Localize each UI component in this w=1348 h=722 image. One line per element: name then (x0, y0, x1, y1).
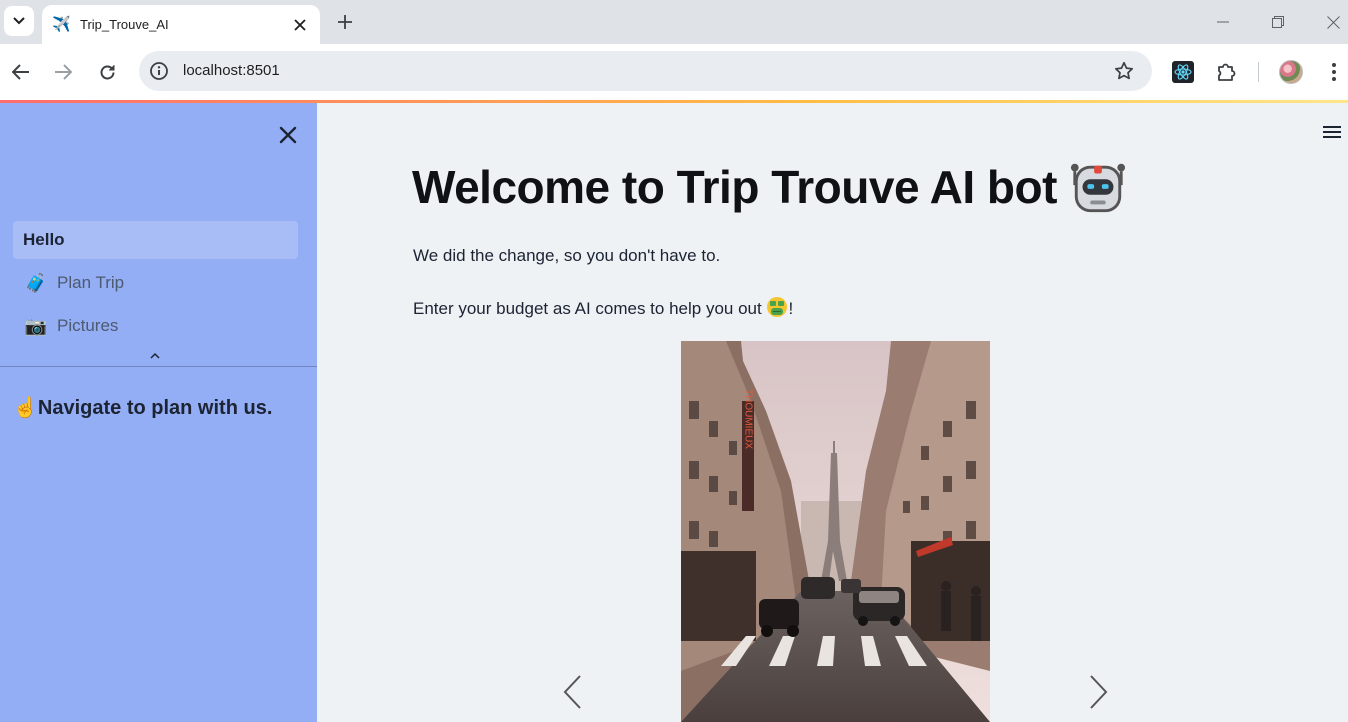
tab-title: Trip_Trouve_AI (80, 17, 169, 32)
chevron-up-icon[interactable] (148, 351, 162, 361)
plus-icon (338, 15, 352, 29)
close-icon (1326, 15, 1340, 29)
budget-line: Enter your budget as AI comes to help yo… (413, 296, 793, 319)
paris-street-photo: THOUMIEUX (681, 341, 990, 722)
sidebar-item-hello[interactable]: Hello (13, 221, 298, 259)
pointing-up-icon: ☝️ (13, 397, 38, 419)
airplane-icon: ✈️ (52, 15, 71, 33)
sidebar-item-label: Pictures (57, 316, 119, 335)
browser-tab-strip: ✈️ Trip_Trouve_AI (0, 0, 1348, 44)
url-text[interactable]: localhost:8501 (183, 62, 280, 79)
sidebar-item-label: Plan Trip (57, 273, 125, 292)
camera-icon: 📷 (24, 315, 48, 336)
tab-close-button[interactable] (288, 13, 312, 37)
arrow-left-icon (12, 64, 29, 80)
profile-avatar[interactable] (1279, 60, 1303, 84)
minimize-icon (1217, 21, 1229, 23)
close-icon[interactable] (276, 123, 300, 147)
hamburger-menu-icon[interactable] (1322, 124, 1342, 140)
budget-line-suffix: ! (788, 299, 794, 318)
sidebar-navigate-note: ☝️Navigate to plan with us. (13, 395, 272, 420)
sidebar: Hello 🧳 Plan Trip 📷 Pictures ☝️Navigate … (0, 103, 317, 722)
page-title: Welcome to Trip Trouve AI bot (412, 160, 1127, 220)
close-icon (294, 18, 306, 31)
chevron-down-icon (13, 17, 25, 25)
react-devtools-extension-icon[interactable] (1172, 61, 1194, 83)
forward-button[interactable] (49, 58, 77, 86)
browser-toolbar: localhost:8501 (0, 44, 1348, 100)
money-mouth-face-icon (767, 297, 788, 317)
carousel-image: THOUMIEUX (681, 341, 990, 722)
sidebar-item-pictures[interactable]: 📷 Pictures (13, 307, 298, 345)
robot-face-icon (1070, 163, 1125, 212)
star-icon[interactable] (1114, 61, 1134, 81)
sidebar-divider (0, 366, 317, 367)
page-title-text: Welcome to Trip Trouve AI bot (412, 161, 1057, 213)
budget-line-text: Enter your budget as AI comes to help yo… (413, 299, 762, 318)
puzzle-extensions-icon[interactable] (1216, 61, 1238, 83)
back-button[interactable] (7, 58, 35, 86)
restore-icon (1272, 16, 1284, 28)
toolbar-divider (1258, 62, 1259, 82)
new-tab-button[interactable] (332, 9, 358, 35)
intro-line: We did the change, so you don't have to. (413, 246, 721, 265)
chevron-right-icon[interactable] (1086, 674, 1110, 710)
info-icon[interactable] (149, 61, 169, 81)
sign-text: THOUMIEUX (743, 389, 754, 449)
sidebar-item-plan-trip[interactable]: 🧳 Plan Trip (13, 264, 298, 302)
reload-icon (100, 64, 114, 79)
chevron-left-icon[interactable] (561, 674, 585, 710)
sidebar-note-text: Navigate to plan with us. (37, 397, 273, 419)
minimize-button[interactable] (1213, 12, 1233, 32)
restore-button[interactable] (1268, 12, 1288, 32)
luggage-icon: 🧳 (24, 272, 48, 293)
more-vert-icon[interactable] (1324, 60, 1344, 84)
arrow-right-icon (55, 64, 72, 80)
reload-button[interactable] (93, 58, 121, 86)
tab-search-button[interactable] (4, 6, 34, 36)
sidebar-item-label: Hello (23, 230, 65, 249)
window-close-button[interactable] (1323, 12, 1343, 32)
address-bar[interactable]: localhost:8501 (139, 51, 1152, 91)
browser-tab[interactable]: ✈️ Trip_Trouve_AI (42, 5, 320, 44)
